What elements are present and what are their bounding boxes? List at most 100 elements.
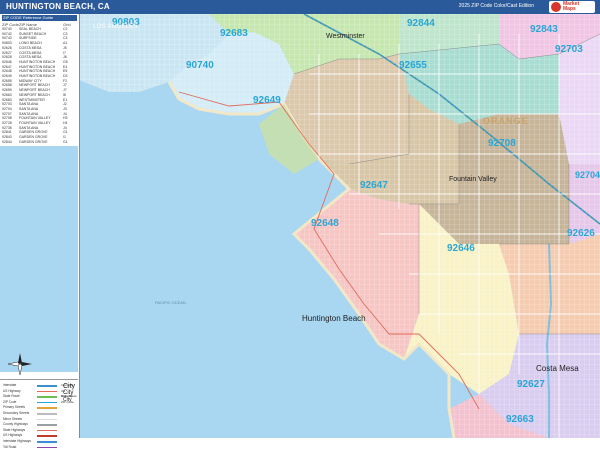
zip-index-grid: J2 bbox=[63, 102, 67, 107]
legend-label: ZIP Code bbox=[3, 399, 17, 404]
place-costa-mesa: Costa Mesa bbox=[536, 364, 579, 373]
zip-index-row: 92708 FOUNTAIN VALLEY H3 bbox=[2, 116, 76, 120]
zip-label-92648: 92648 bbox=[311, 218, 339, 229]
left-panel: ZIP CODE Reference Guide ZIP Code ZIP Na… bbox=[0, 14, 80, 453]
zip-index-name: SANTA ANA bbox=[19, 106, 39, 111]
zip-index-row: 92841 GARDEN GROVE G1 bbox=[2, 130, 76, 134]
county-label-orange: ORANGE bbox=[483, 116, 529, 126]
zip-index-grid: C3 bbox=[63, 36, 68, 41]
brand-logo: Market Maps bbox=[549, 1, 595, 13]
legend-swatch bbox=[37, 413, 57, 415]
place-huntington-beach: Huntington Beach bbox=[302, 314, 366, 323]
zip-index-name: SURFSIDE bbox=[19, 36, 37, 41]
map-frame: HUNTINGTON BEACH, CA 2025 ZIP Code Color… bbox=[0, 0, 600, 453]
legend-label: Secondary Streets bbox=[3, 411, 30, 415]
legend-label: Interstate Highways bbox=[3, 439, 31, 443]
zip-index-grid: F2 bbox=[63, 78, 68, 83]
legend-swatch bbox=[37, 435, 57, 437]
legend-label: Interstate bbox=[3, 383, 17, 387]
legend-city-sample: City bbox=[63, 390, 74, 396]
zip-index-row: 92626 COSTA MESA J5 bbox=[2, 46, 76, 50]
zip-index-name: COSTA MESA bbox=[19, 45, 42, 50]
legend-label: State Highways bbox=[3, 427, 26, 432]
zip-index-code: 92663 bbox=[2, 92, 12, 97]
logo-text: Market Maps bbox=[563, 1, 580, 12]
legend-swatch bbox=[37, 401, 57, 404]
zip-index-name: SANTA ANA bbox=[19, 125, 39, 130]
zip-label-92704: 92704 bbox=[575, 170, 600, 180]
zip-code-map[interactable]: PACIFIC OCEAN bbox=[79, 14, 600, 438]
zip-index-grid: J6 bbox=[63, 55, 67, 60]
zip-index-name: WESTMINSTER bbox=[19, 97, 45, 102]
zip-index-code: 92735 bbox=[2, 125, 12, 130]
zip-index-code: 92647 bbox=[2, 64, 12, 69]
zip-label-92844: 92844 bbox=[407, 18, 435, 29]
zip-label-92647: 92647 bbox=[360, 180, 388, 191]
zip-index-name: SUNSET BEACH bbox=[19, 31, 47, 36]
zip-label-90740: 90740 bbox=[186, 60, 214, 71]
zip-index-row: 92628 COSTA MESA J6 bbox=[2, 55, 76, 59]
zip-index-name: NEWPORT BEACH bbox=[19, 88, 50, 93]
legend-label: State Route bbox=[3, 394, 20, 399]
zip-index-grid: J7 bbox=[63, 88, 67, 93]
zip-index-code: 92658 bbox=[2, 83, 12, 88]
zip-index-name: SANTA ANA bbox=[19, 102, 39, 107]
zip-index-grid: E4 bbox=[63, 64, 68, 69]
zip-index-row: 92843 GARDEN GROVE I1 bbox=[2, 135, 76, 139]
zip-index-code: 92707 bbox=[2, 111, 12, 116]
legend-swatch bbox=[37, 385, 57, 387]
place-los-angeles: LOS ANGELES bbox=[93, 24, 138, 30]
legend-row: County Highways bbox=[3, 422, 77, 427]
map-title: HUNTINGTON BEACH, CA bbox=[6, 2, 110, 11]
zip-index-code: 92844 bbox=[2, 139, 12, 144]
zip-index: ZIP CODE Reference Guide ZIP Code ZIP Na… bbox=[0, 14, 78, 147]
zip-index-name: HUNTINGTON BEACH bbox=[19, 64, 56, 69]
zip-index-row: 92648 HUNTINGTON BEACH E5 bbox=[2, 69, 76, 73]
zip-label-92663: 92663 bbox=[506, 414, 534, 425]
zip-index-name: NEWPORT BEACH bbox=[19, 83, 50, 88]
zip-index-row: 92707 SANTA ANA J4 bbox=[2, 112, 76, 116]
zip-index-grid: I8 bbox=[63, 92, 66, 97]
zip-index-name: SEAL BEACH bbox=[19, 27, 41, 31]
zip-index-name: HUNTINGTON BEACH bbox=[19, 59, 56, 64]
zip-label-92843: 92843 bbox=[530, 24, 558, 35]
zip-index-grid: J3 bbox=[63, 106, 67, 111]
zip-index-name: LONG BEACH bbox=[19, 41, 42, 46]
logo-mark-icon bbox=[551, 2, 561, 12]
zip-index-grid: H3 bbox=[63, 116, 68, 121]
zip-index-row: 92663 NEWPORT BEACH I8 bbox=[2, 93, 76, 97]
zip-index-row: 90803 LONG BEACH A1 bbox=[2, 41, 76, 45]
compass-rose-icon bbox=[8, 353, 32, 375]
zip-index-row: 92655 MIDWAY CITY F2 bbox=[2, 79, 76, 83]
zip-index-code: 92703 bbox=[2, 102, 12, 107]
zip-index-code: 90740 bbox=[2, 27, 12, 31]
zip-label-92655: 92655 bbox=[399, 60, 427, 71]
zip-label-92626: 92626 bbox=[567, 228, 595, 239]
zip-index-code: 92708 bbox=[2, 116, 12, 121]
zip-label-92627: 92627 bbox=[517, 379, 545, 390]
title-bar: HUNTINGTON BEACH, CA 2025 ZIP Code Color… bbox=[0, 0, 600, 14]
water-label: PACIFIC OCEAN bbox=[155, 300, 186, 305]
zip-index-code: 92626 bbox=[2, 45, 12, 50]
zip-index-code: 92628 bbox=[2, 55, 12, 60]
edition-label: 2025 ZIP Code Color/Cast Edition bbox=[458, 3, 534, 9]
zip-index-code: 92627 bbox=[2, 50, 12, 55]
zip-label-92708: 92708 bbox=[488, 138, 516, 149]
zip-index-code: 92683 bbox=[2, 97, 12, 102]
zip-index-grid: H4 bbox=[63, 121, 68, 125]
zip-index-row: 90742 SUNSET BEACH C3 bbox=[2, 32, 76, 36]
zip-index-name: FOUNTAIN VALLEY bbox=[19, 116, 51, 121]
legend-row: State Highways bbox=[3, 428, 77, 433]
legend-row: Interstate Highways bbox=[3, 439, 77, 444]
zip-index-name: GARDEN GROVE bbox=[19, 139, 48, 144]
zip-index-name: HUNTINGTON BEACH bbox=[19, 74, 56, 78]
legend-swatch bbox=[37, 407, 57, 409]
legend-city-sample: City bbox=[63, 397, 72, 403]
legend-label: US Highway bbox=[3, 388, 21, 393]
legend-swatch bbox=[37, 396, 57, 398]
legend-swatch bbox=[37, 441, 57, 443]
zip-index-code: 92704 bbox=[2, 106, 12, 111]
zip-label-92646: 92646 bbox=[447, 243, 475, 254]
zip-index-grid: D3 bbox=[63, 74, 68, 78]
zip-index-code: 92646 bbox=[2, 59, 12, 64]
